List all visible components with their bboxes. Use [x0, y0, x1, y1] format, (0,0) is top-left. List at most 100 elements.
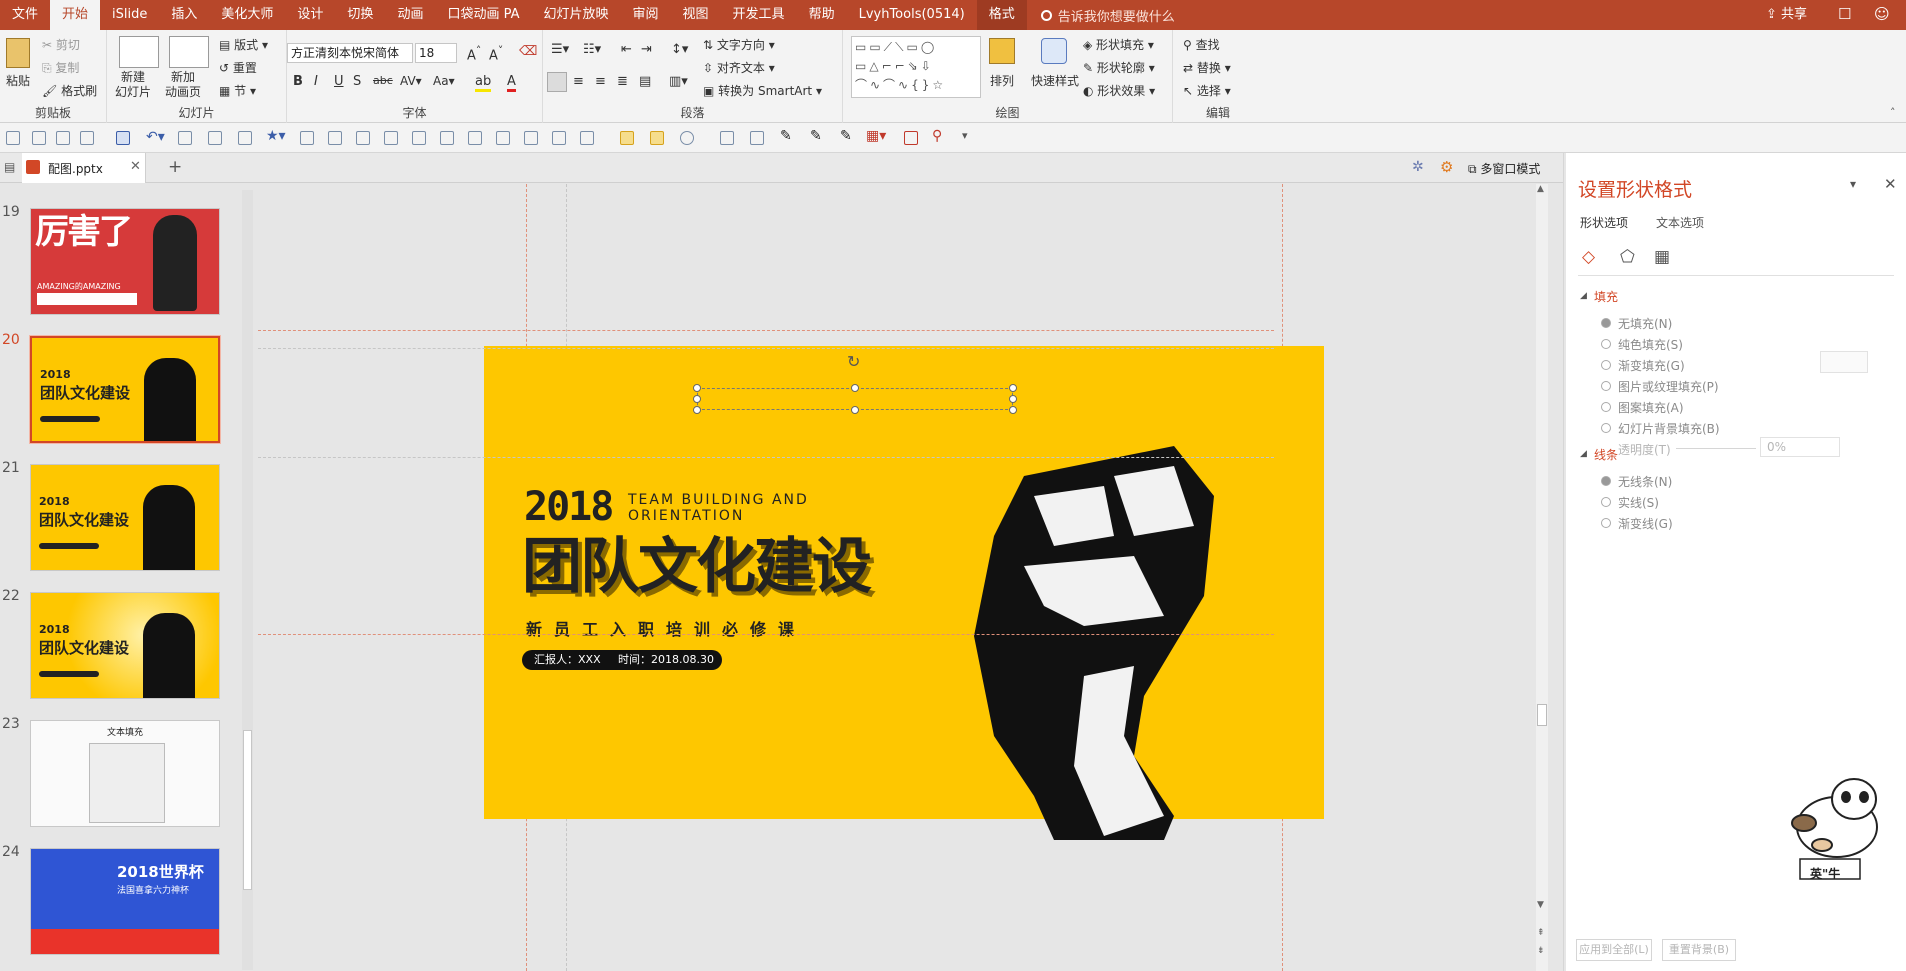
align-icon[interactable]: [300, 131, 314, 145]
pane-splitter[interactable]: [1564, 153, 1566, 971]
highlight-icon[interactable]: ab: [475, 74, 492, 92]
grow-font-icon[interactable]: A˄: [467, 44, 481, 63]
radio-solid-fill[interactable]: [1601, 339, 1611, 349]
slide-thumbnail[interactable]: 2018世界杯 法国喜拿六力神杯: [30, 848, 220, 955]
italic-icon[interactable]: I: [314, 74, 318, 89]
share-button[interactable]: ⇪ 共享: [1766, 0, 1807, 30]
option-gradient-fill[interactable]: 渐变填充(G): [1618, 357, 1685, 374]
tab-help[interactable]: 帮助: [797, 0, 847, 30]
align-icon[interactable]: [384, 131, 398, 145]
change-case-icon[interactable]: Aa▾: [433, 74, 455, 88]
radio-picture-fill[interactable]: [1601, 381, 1611, 391]
shadow-icon[interactable]: S: [353, 74, 361, 89]
tab-insert[interactable]: 插入: [159, 0, 209, 30]
paste-icon[interactable]: [6, 38, 30, 68]
radio-no-fill[interactable]: [1601, 318, 1611, 328]
tool-icon[interactable]: [178, 131, 192, 145]
option-gradient-line[interactable]: 渐变线(G): [1618, 515, 1673, 532]
tab-shape-options[interactable]: 形状选项: [1580, 214, 1628, 231]
pane-options-icon[interactable]: ▾: [1850, 177, 1856, 191]
transparency-input[interactable]: 0%: [1760, 437, 1840, 457]
tool-icon[interactable]: [56, 131, 70, 145]
fill-header[interactable]: 填充: [1594, 288, 1618, 305]
file-tab[interactable]: 配图.pptx ✕: [22, 153, 146, 183]
arrange-button[interactable]: 排列: [990, 72, 1014, 89]
align-text-button[interactable]: ⇳ 对齐文本 ▾: [703, 59, 775, 76]
tab-format[interactable]: 格式: [976, 0, 1027, 30]
collapse-fill-icon[interactable]: ◢: [1580, 291, 1587, 301]
align-center-icon[interactable]: ≡: [573, 74, 584, 89]
shrink-font-icon[interactable]: A˅: [489, 44, 503, 63]
gear-icon[interactable]: ⚙: [1440, 158, 1453, 176]
font-size-select[interactable]: 18: [415, 43, 457, 63]
option-solid-line[interactable]: 实线(S): [1618, 494, 1659, 511]
reset-button[interactable]: ↺ 重置: [219, 59, 257, 76]
presenter-info-pill[interactable]: 汇报人：XXX 时间：2018.08.30: [522, 650, 722, 670]
align-icon[interactable]: [468, 131, 482, 145]
group-icon[interactable]: [620, 131, 634, 145]
cut-button[interactable]: ✂ 剪切: [42, 36, 80, 53]
color-picker-button[interactable]: [1820, 351, 1868, 373]
justify-icon[interactable]: ≣: [617, 74, 628, 89]
clear-format-icon[interactable]: ⌫: [519, 44, 537, 59]
slide-thumbnail[interactable]: 文本填充: [30, 720, 220, 827]
shapes-gallery[interactable]: ▭▭⟋⟍▭◯ ▭△⌐⌐⇘⇩ ⌒∿⌒∿{}☆: [851, 36, 981, 98]
select-button[interactable]: ↖ 选择 ▾: [1183, 82, 1231, 99]
font-color-icon[interactable]: A: [507, 74, 516, 92]
tab-beautify[interactable]: 美化大师: [209, 0, 285, 30]
tab-pocket-anim[interactable]: 口袋动画 PA: [435, 0, 531, 30]
bold-icon[interactable]: B: [293, 74, 303, 89]
stamp-icon[interactable]: ⚲: [932, 128, 942, 144]
apply-to-all-button[interactable]: 应用到全部(L): [1576, 939, 1652, 961]
shape-fill-button[interactable]: ◈ 形状填充 ▾: [1083, 36, 1154, 53]
scroll-down-icon[interactable]: ▼: [1537, 900, 1544, 910]
multi-window-button[interactable]: ⧉ 多窗口模式: [1468, 160, 1540, 177]
size-properties-icon[interactable]: ▦: [1654, 247, 1670, 267]
reset-background-button[interactable]: 重置背景(B): [1662, 939, 1736, 961]
scrollbar-thumb[interactable]: [1537, 704, 1547, 726]
tab-transitions[interactable]: 切换: [335, 0, 385, 30]
text-direction-button[interactable]: ⇅ 文字方向 ▾: [703, 36, 775, 53]
fill-line-icon[interactable]: ◇: [1582, 247, 1595, 267]
replace-button[interactable]: ⇄ 替换 ▾: [1183, 59, 1231, 76]
align-right-icon[interactable]: ≡: [595, 74, 606, 89]
tool-icon[interactable]: [32, 131, 46, 145]
tool-icon[interactable]: [6, 131, 20, 145]
align-icon[interactable]: [356, 131, 370, 145]
shape-icon[interactable]: [680, 131, 694, 145]
slide-title[interactable]: 团队文化建设: [522, 532, 872, 602]
canvas-scrollbar[interactable]: ▲ ▼ ⇞ ⇟: [1536, 184, 1548, 971]
option-picture-fill[interactable]: 图片或纹理填充(P): [1618, 378, 1719, 395]
radio-gradient-line[interactable]: [1601, 518, 1611, 528]
shape-outline-button[interactable]: ✎ 形状轮廓 ▾: [1083, 59, 1155, 76]
line-spacing-icon[interactable]: ↕▾: [671, 42, 688, 57]
new-anim-page-icon[interactable]: [169, 36, 209, 68]
align-icon[interactable]: [440, 131, 454, 145]
eyedropper-icon[interactable]: ✎: [840, 128, 852, 144]
add-tab-icon[interactable]: +: [168, 157, 182, 177]
tab-text-options[interactable]: 文本选项: [1656, 214, 1704, 231]
shape-effects-button[interactable]: ◐ 形状效果 ▾: [1083, 82, 1155, 99]
rotate-handle-icon[interactable]: ↻: [847, 352, 860, 371]
align-icon[interactable]: [552, 131, 566, 145]
arrange-icon[interactable]: [989, 38, 1015, 64]
format-painter-button[interactable]: 🖌 格式刷: [42, 82, 97, 99]
resize-handle[interactable]: [1009, 406, 1017, 414]
resize-handle[interactable]: [851, 406, 859, 414]
new-slide-icon[interactable]: [119, 36, 159, 68]
slide-english-title[interactable]: TEAM BUILDING AND ORIENTATION: [628, 492, 809, 524]
crop-icon[interactable]: [720, 131, 734, 145]
align-left-icon[interactable]: [547, 72, 567, 92]
comment-icon[interactable]: ☐: [1838, 5, 1851, 23]
slide[interactable]: 2018 TEAM BUILDING AND ORIENTATION 团队文化建…: [484, 346, 1324, 840]
undo-icon[interactable]: ↶▾: [146, 129, 165, 145]
slide-thumbnail[interactable]: 2018 团队文化建设: [30, 592, 220, 699]
tell-me-search[interactable]: 告诉我你想要做什么: [1040, 6, 1175, 25]
radio-pattern-fill[interactable]: [1601, 402, 1611, 412]
paste-button[interactable]: 粘贴: [6, 72, 30, 89]
tool-icon[interactable]: [238, 131, 252, 145]
picture-icon[interactable]: [904, 131, 918, 145]
option-solid-fill[interactable]: 纯色填充(S): [1618, 336, 1683, 353]
tab-file[interactable]: 文件: [0, 0, 50, 30]
menu-icon[interactable]: ▤: [4, 160, 15, 174]
